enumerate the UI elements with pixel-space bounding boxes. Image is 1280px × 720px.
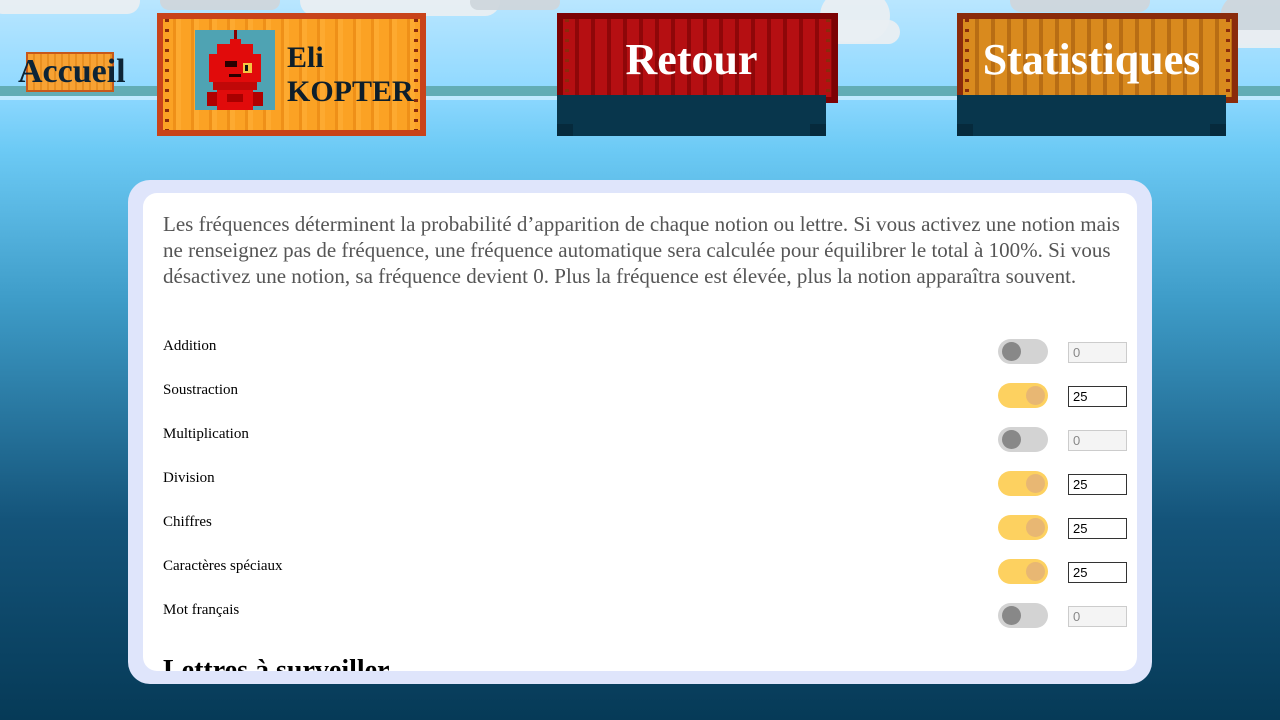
frequency-input-multiplication[interactable]	[1068, 430, 1127, 451]
frequency-input-caracteres-speciaux[interactable]	[1068, 562, 1127, 583]
notion-toggle-mot-francais[interactable]	[998, 603, 1048, 628]
statistics-button-label: Statistiques	[982, 35, 1201, 84]
settings-panel-content: Les fréquences déterminent la probabilit…	[143, 193, 1137, 671]
notion-toggle-addition[interactable]	[998, 339, 1048, 364]
profile-last-name: KOPTER	[287, 75, 414, 108]
red-robot-icon	[207, 30, 263, 110]
back-button-label: Retour	[625, 35, 758, 84]
frequency-explanation: Les fréquences déterminent la probabilit…	[163, 212, 1120, 288]
home-button[interactable]: Accueil	[18, 50, 126, 94]
profile-name: Eli KOPTER	[287, 41, 414, 109]
notion-label: Caractères spéciaux	[163, 558, 283, 574]
settings-panel: Les fréquences déterminent la probabilit…	[128, 180, 1152, 684]
notion-label: Multiplication	[163, 426, 249, 442]
profile-first-name: Eli	[287, 41, 324, 74]
notion-label: Addition	[163, 338, 217, 354]
notion-toggle-caracteres-speciaux[interactable]	[998, 559, 1048, 584]
back-button[interactable]: Retour	[557, 13, 838, 136]
frequency-input-division[interactable]	[1068, 474, 1127, 495]
profile-card: Eli KOPTER	[157, 13, 426, 136]
notion-label: Mot français	[163, 602, 240, 618]
notion-toggle-division[interactable]	[998, 471, 1048, 496]
notion-row-soustraction: Soustraction	[163, 380, 1127, 424]
notion-row-caracteres-speciaux: Caractères spéciaux	[163, 556, 1127, 600]
notion-label: Soustraction	[163, 382, 238, 398]
notion-toggle-multiplication[interactable]	[998, 427, 1048, 452]
avatar	[195, 30, 275, 110]
frequency-input-soustraction[interactable]	[1068, 386, 1127, 407]
statistics-button[interactable]: Statistiques	[957, 13, 1238, 136]
notion-row-addition: Addition	[163, 336, 1127, 380]
notion-row-multiplication: Multiplication	[163, 424, 1127, 468]
watched-letters-heading: Lettres à surveiller	[163, 655, 390, 671]
notion-label: Chiffres	[163, 514, 212, 530]
notion-row-division: Division	[163, 468, 1127, 512]
notion-label: Division	[163, 470, 215, 486]
notion-row-chiffres: Chiffres	[163, 512, 1127, 556]
notion-toggle-chiffres[interactable]	[998, 515, 1048, 540]
frequency-input-mot-francais[interactable]	[1068, 606, 1127, 627]
frequency-input-chiffres[interactable]	[1068, 518, 1127, 539]
notion-row-mot-francais: Mot français	[163, 600, 1127, 644]
frequency-input-addition[interactable]	[1068, 342, 1127, 363]
notion-toggle-soustraction[interactable]	[998, 383, 1048, 408]
